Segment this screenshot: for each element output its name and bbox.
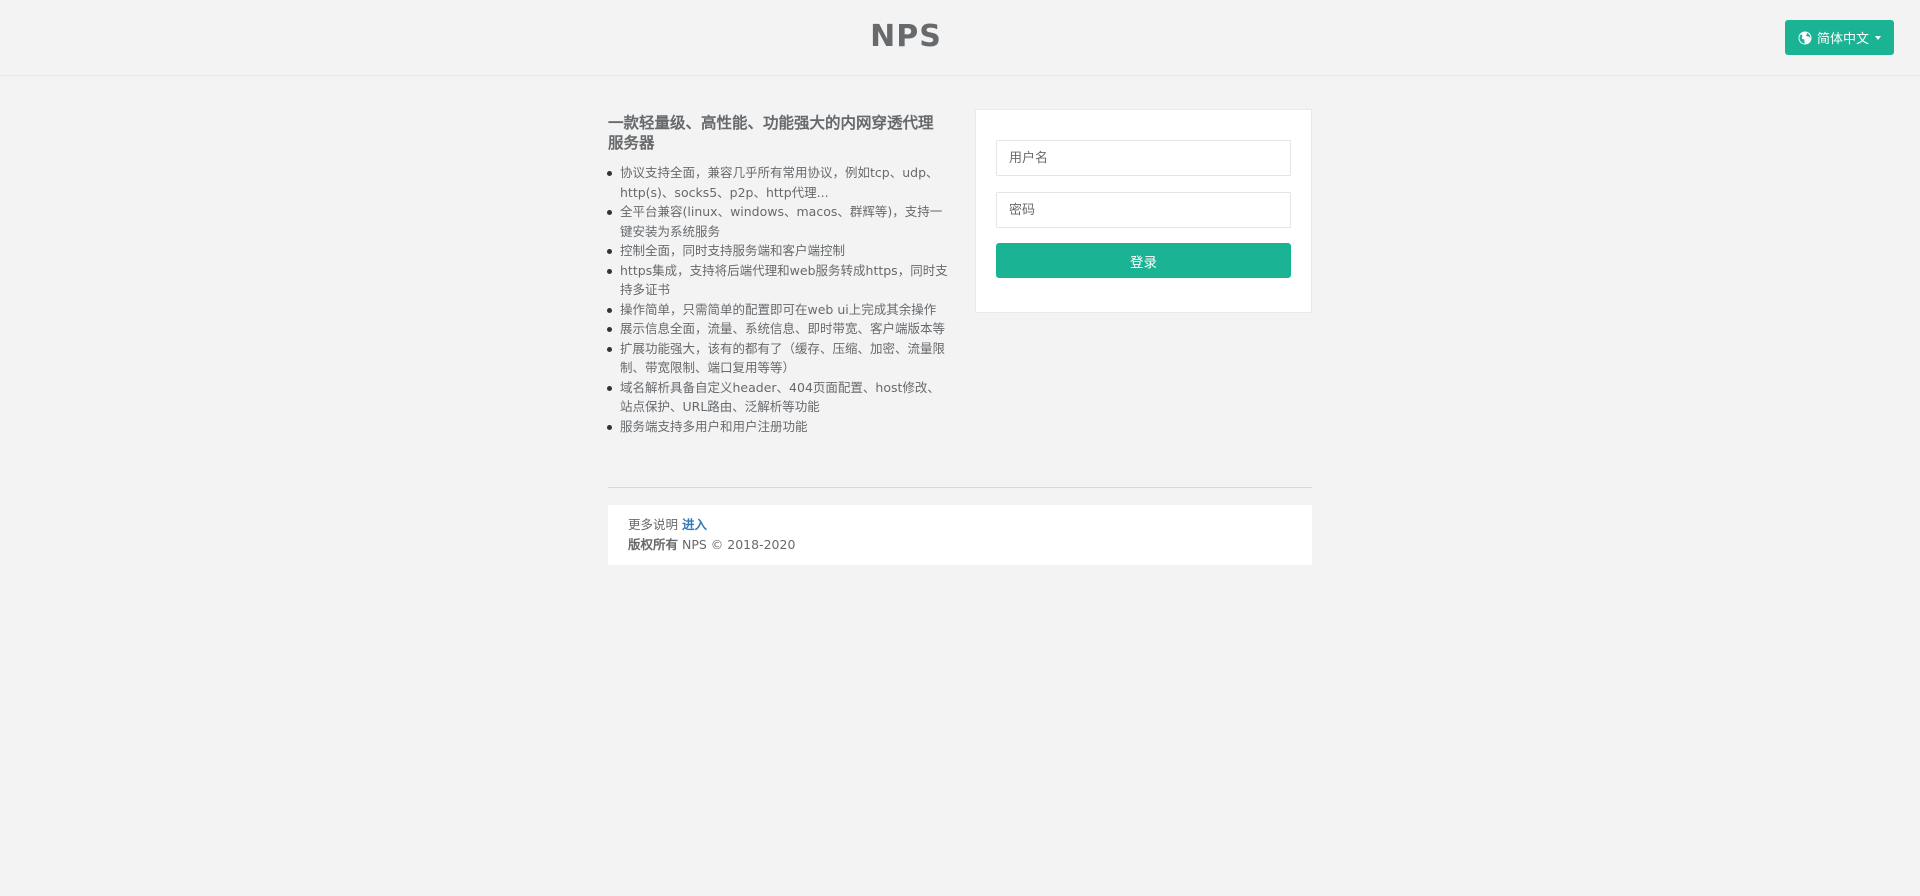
password-input[interactable] [996,192,1291,228]
brand-title: NPS [870,19,942,54]
copyright-text: NPS © 2018-2020 [682,537,796,552]
intro-section: 一款轻量级、高性能、功能强大的内网穿透代理服务器 协议支持全面，兼容几乎所有常用… [607,113,948,437]
feature-item: 服务端支持多用户和用户注册功能 [607,417,948,437]
feature-item: 扩展功能强大，该有的都有了（缓存、压缩、加密、流量限制、带宽限制、端口复用等等） [607,339,948,378]
footer-copyright-line: 版权所有 NPS © 2018-2020 [628,535,1292,555]
top-navbar: NPS 简体中文 [0,0,1920,76]
feature-item: 操作简单，只需简单的配置即可在web ui上完成其余操作 [607,300,948,320]
language-dropdown-button[interactable]: 简体中文 [1784,20,1894,55]
feature-item: 协议支持全面，兼容几乎所有常用协议，例如tcp、udp、http(s)、sock… [607,163,948,202]
caret-down-icon [1875,35,1881,40]
language-label: 简体中文 [1816,32,1869,47]
feature-item: 控制全面，同时支持服务端和客户端控制 [607,241,948,261]
feature-item: 全平台兼容(linux、windows、macos、群辉等)，支持一键安装为系统… [607,202,948,241]
copyright-label: 版权所有 [628,537,679,552]
feature-item: https集成，支持将后端代理和web服务转成https，同时支持多证书 [607,261,948,300]
feature-item: 展示信息全面，流量、系统信息、即时带宽、客户端版本等 [607,319,948,339]
footer-divider [608,487,1312,488]
login-button[interactable]: 登录 [996,243,1291,278]
footer: 更多说明 进入 版权所有 NPS © 2018-2020 [608,505,1312,565]
globe-icon [1798,31,1812,45]
login-form: 登录 [975,109,1312,313]
username-input[interactable] [996,140,1291,176]
footer-more-line: 更多说明 进入 [628,515,1292,535]
more-info-link[interactable]: 进入 [682,517,707,532]
feature-item: 域名解析具备自定义header、404页面配置、host修改、站点保护、URL路… [607,378,948,417]
intro-title: 一款轻量级、高性能、功能强大的内网穿透代理服务器 [608,114,934,152]
more-info-label: 更多说明 [628,517,679,532]
feature-list: 协议支持全面，兼容几乎所有常用协议，例如tcp、udp、http(s)、sock… [607,163,948,437]
